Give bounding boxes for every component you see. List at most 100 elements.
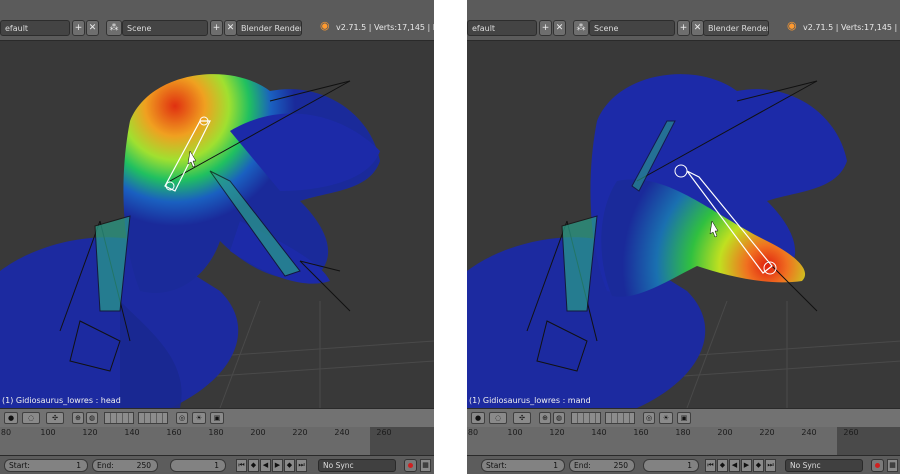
3d-viewport[interactable]: (1) Gidiosaurus_lowres : head — [0, 41, 434, 408]
render-engine-dropdown[interactable]: Blender Render — [703, 20, 769, 36]
tick-label: 140 — [591, 428, 607, 437]
snap-icon[interactable]: ☀ — [659, 412, 673, 424]
jump-start-button[interactable]: ⏮ — [236, 459, 247, 472]
pivot-point-icon[interactable]: ◌ — [489, 412, 507, 424]
start-frame-field[interactable]: Start: 1 — [481, 459, 565, 472]
next-keyframe-button[interactable]: ◆ — [284, 459, 295, 472]
prev-keyframe-button[interactable]: ◆ — [248, 459, 259, 472]
scene-field[interactable]: Scene — [589, 20, 675, 36]
end-frame-field[interactable]: End: 250 — [569, 459, 635, 472]
snap-icon[interactable]: ☀ — [192, 412, 206, 424]
delete-layout-button[interactable]: ✕ — [553, 20, 566, 36]
add-layout-button[interactable]: + — [72, 20, 85, 36]
material-icon[interactable]: ◍ — [86, 412, 98, 424]
end-frame-field[interactable]: End: 250 — [92, 459, 158, 472]
dinosaur-mesh-view — [467, 74, 900, 408]
current-frame-field[interactable]: 1 — [643, 459, 699, 472]
screen-layout-field[interactable]: efault — [467, 20, 537, 36]
viewport-shading-icon[interactable]: ● — [4, 412, 18, 424]
render-preview-icon[interactable]: ▣ — [210, 412, 224, 424]
manipulator-icon[interactable]: ✣ — [513, 412, 531, 424]
timeline-header: Start: 1 End: 250 1 ⏮ ◆ ◀ ▶ ◆ ⏭ No Sync … — [0, 455, 434, 474]
tick-label: 260 — [843, 428, 859, 437]
keying-set-icon[interactable]: ▦ — [420, 459, 431, 472]
tick-label: 160 — [166, 428, 182, 437]
render-preview-icon[interactable]: ▣ — [677, 412, 691, 424]
tick-label: 80 — [0, 428, 12, 437]
record-button[interactable] — [404, 459, 417, 472]
tick-label: 160 — [633, 428, 649, 437]
timeline-editor[interactable]: 80 100 120 140 160 180 200 220 240 260 — [467, 427, 900, 455]
layers-block-2[interactable] — [605, 412, 635, 424]
tick-label: 260 — [376, 428, 392, 437]
material-icon[interactable]: ◍ — [553, 412, 565, 424]
tick-label: 140 — [124, 428, 140, 437]
info-header: efault + ✕ ⁂ Scene + ✕ Blender Render ◉ … — [0, 0, 434, 41]
tick-label: 200 — [717, 428, 733, 437]
scene-icon[interactable]: ⁂ — [106, 20, 122, 36]
3d-view-header: ● ◌ ✣ ⊕ ◍ ◎ ☀ ▣ — [467, 408, 900, 428]
3d-viewport[interactable]: (1) Gidiosaurus_lowres : mand — [467, 41, 900, 408]
timeline-ruler[interactable]: 80 100 120 140 160 180 200 220 240 260 — [467, 427, 900, 439]
play-button[interactable]: ▶ — [741, 459, 752, 472]
tick-label: 220 — [759, 428, 775, 437]
tick-label: 100 — [507, 428, 523, 437]
tick-label: 120 — [82, 428, 98, 437]
delete-layout-button[interactable]: ✕ — [86, 20, 99, 36]
keying-set-icon[interactable]: ▦ — [887, 459, 898, 472]
play-reverse-button[interactable]: ◀ — [729, 459, 740, 472]
current-frame-value: 1 — [214, 461, 219, 470]
layers-block-2[interactable] — [138, 412, 168, 424]
end-label: End: — [574, 461, 591, 470]
add-layout-button[interactable]: + — [539, 20, 552, 36]
add-scene-button[interactable]: + — [210, 20, 223, 36]
tick-label: 200 — [250, 428, 266, 437]
transform-orientation-icon[interactable]: ⊕ — [539, 412, 551, 424]
jump-end-button[interactable]: ⏭ — [765, 459, 776, 472]
end-label: End: — [97, 461, 114, 470]
start-label: Start: — [486, 461, 507, 470]
manipulator-icon[interactable]: ✣ — [46, 412, 64, 424]
layers-block-1[interactable] — [571, 412, 601, 424]
3d-view-header: ● ◌ ✣ ⊕ ◍ ◎ ☀ ▣ — [0, 408, 434, 428]
record-button[interactable] — [871, 459, 884, 472]
start-frame-field[interactable]: Start: 1 — [4, 459, 88, 472]
play-reverse-button[interactable]: ◀ — [260, 459, 271, 472]
pivot-point-icon[interactable]: ◌ — [22, 412, 40, 424]
separator — [434, 0, 467, 474]
end-value: 250 — [136, 461, 151, 470]
timeline-ruler[interactable]: 80 100 120 140 160 180 200 220 240 260 — [0, 427, 434, 439]
viewport-object-label: (1) Gidiosaurus_lowres : mand — [469, 396, 591, 405]
tick-label: 240 — [334, 428, 350, 437]
blender-window-right: efault + ✕ ⁂ Scene + ✕ Blender Render ◉ … — [467, 0, 900, 474]
blender-window-left: efault + ✕ ⁂ Scene + ✕ Blender Render ◉ … — [0, 0, 434, 474]
screen-layout-field[interactable]: efault — [0, 20, 70, 36]
jump-end-button[interactable]: ⏭ — [296, 459, 307, 472]
end-value: 250 — [613, 461, 628, 470]
tick-label: 100 — [40, 428, 56, 437]
prev-keyframe-button[interactable]: ◆ — [717, 459, 728, 472]
sync-mode-dropdown[interactable]: No Sync — [318, 459, 396, 472]
current-frame-value: 1 — [687, 461, 692, 470]
blender-logo-icon: ◉ — [787, 19, 797, 32]
add-scene-button[interactable]: + — [677, 20, 690, 36]
tick-label: 80 — [467, 428, 479, 437]
next-keyframe-button[interactable]: ◆ — [753, 459, 764, 472]
viewport-shading-icon[interactable]: ● — [471, 412, 485, 424]
current-frame-field[interactable]: 1 — [170, 459, 226, 472]
scene-field[interactable]: Scene — [122, 20, 208, 36]
transform-orientation-icon[interactable]: ⊕ — [72, 412, 84, 424]
jump-start-button[interactable]: ⏮ — [705, 459, 716, 472]
timeline-editor[interactable]: 80 100 120 140 160 180 200 220 240 260 — [0, 427, 434, 455]
proportional-edit-icon[interactable]: ◎ — [643, 412, 655, 424]
start-label: Start: — [9, 461, 30, 470]
sync-mode-dropdown[interactable]: No Sync — [785, 459, 863, 472]
render-engine-dropdown[interactable]: Blender Render — [236, 20, 302, 36]
tick-label: 120 — [549, 428, 565, 437]
tick-label: 180 — [208, 428, 224, 437]
scene-icon[interactable]: ⁂ — [573, 20, 589, 36]
play-button[interactable]: ▶ — [272, 459, 283, 472]
layers-block-1[interactable] — [104, 412, 134, 424]
proportional-edit-icon[interactable]: ◎ — [176, 412, 188, 424]
dinosaur-mesh-view — [0, 74, 434, 408]
